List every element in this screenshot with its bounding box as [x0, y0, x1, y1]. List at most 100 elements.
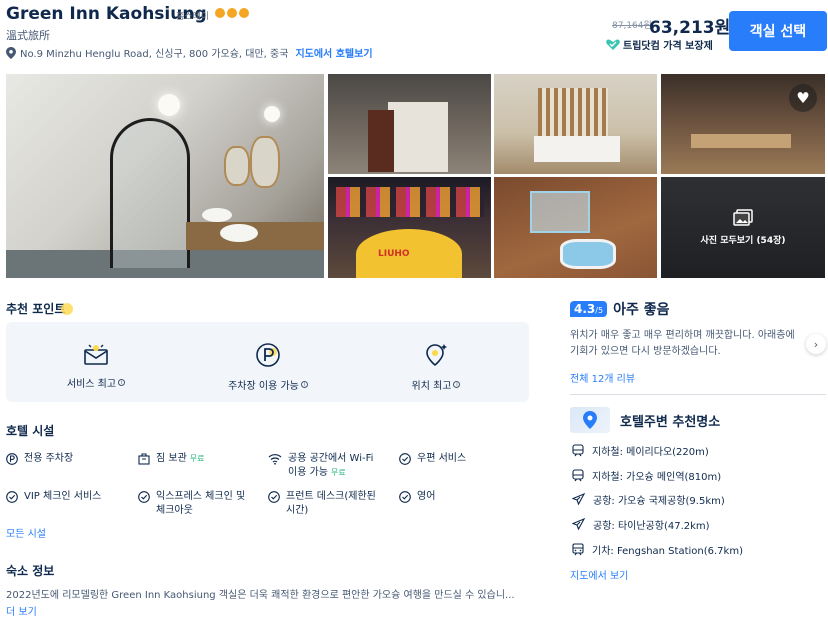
- address-row: No.9 Minzhu Henglu Road, 신싱구, 800 가오슝, 대…: [6, 45, 373, 60]
- highlight-location: 위치 최고 i: [356, 342, 516, 392]
- star-rating: [215, 8, 249, 18]
- favorite-heart-icon[interactable]: ♥: [789, 84, 817, 112]
- nearby-title: 호텔주변 추천명소: [570, 407, 720, 433]
- lodging-info-title: 숙소 정보: [6, 564, 55, 578]
- read-more-link[interactable]: 더 보기: [6, 603, 37, 618]
- facility-label: 익스프레스 체크인 및: [156, 491, 246, 502]
- score-badge: 4.3/5: [570, 301, 608, 317]
- train-icon: [572, 543, 584, 556]
- select-room-button[interactable]: 객실 선택: [729, 11, 827, 51]
- hotel-type: 홈스테이: [176, 12, 210, 22]
- score-max: /5: [595, 306, 604, 315]
- check-circle-icon: [138, 491, 150, 503]
- nearby-item: 공항: 타이난공항(47.2km): [572, 517, 710, 532]
- wifi-icon: [268, 454, 282, 465]
- photo-2[interactable]: [328, 74, 491, 174]
- review-snippet: 위치가 매우 좋고 매우 편리하며 깨끗합니다. 아래층에 기회가 있으면 다시…: [570, 330, 795, 357]
- lodging-description: 2022년도에 리모델링한 Green Inn Kaohsiung 객실은 더욱…: [6, 590, 515, 601]
- guarantee-text: 트립닷컴 가격 보장제: [623, 41, 713, 52]
- nearby-item: 지하철: 가오슝 메인역(810m): [572, 468, 721, 483]
- hotel-local-name: 溫式旅所: [6, 29, 50, 42]
- facility-item: 짐 보관 무료: [138, 452, 205, 466]
- info-icon[interactable]: i: [300, 381, 308, 388]
- check-circle-icon: [399, 453, 411, 465]
- highlight-service: 서비스 최고 i: [16, 342, 176, 390]
- airplane-icon: [572, 493, 585, 506]
- facility-label-line2: 체크아웃: [156, 505, 193, 516]
- facility-label: VIP 체크인 서비스: [24, 491, 102, 502]
- nearby-text: 공항: 가오슝 국제공항(9.5km): [593, 496, 725, 507]
- nearby-text: 기차: Fengshan Station(6.7km): [592, 546, 743, 557]
- highlights-title: 추천 포인트: [6, 300, 74, 317]
- info-icon[interactable]: i: [453, 381, 461, 388]
- star-icon: [227, 8, 237, 18]
- nearby-item: 지하철: 메이리다오(220m): [572, 443, 709, 458]
- subway-icon: [572, 444, 584, 457]
- photo-4[interactable]: ♥: [661, 74, 825, 174]
- facility-label: 우편 서비스: [417, 453, 467, 464]
- nearby-item: 공항: 가오슝 국제공항(9.5km): [572, 492, 725, 507]
- nearby-text: 공항: 타이난공항(47.2km): [593, 521, 710, 532]
- location-icon: [426, 344, 447, 367]
- facility-label: 공용 공간에서 Wi-Fi: [288, 453, 374, 464]
- facility-label-line2: 시간): [286, 505, 309, 516]
- nearby-title-text: 호텔주변 추천명소: [620, 414, 721, 430]
- all-reviews-link[interactable]: 전체 12개 리뷰: [570, 370, 635, 385]
- location-pin-icon: [6, 46, 16, 59]
- parking-icon: [6, 453, 18, 465]
- facility-label: 짐 보관: [156, 453, 187, 464]
- gallery-icon: [733, 209, 753, 226]
- price-guarantee[interactable]: 트립닷컴 가격 보장제: [606, 37, 713, 52]
- free-tag: 무료: [330, 468, 346, 477]
- all-facilities-link[interactable]: 모든 시설: [6, 525, 46, 540]
- nearby-item: 기차: Fengshan Station(6.7km): [572, 542, 743, 557]
- check-circle-icon: [399, 491, 411, 503]
- star-icon: [239, 8, 249, 18]
- map-pin-icon: [583, 411, 597, 429]
- facility-item: 공용 공간에서 Wi-Fi 이용 가능 무료: [268, 452, 373, 480]
- divider: [570, 394, 826, 395]
- facility-item: 프런트 데스크(제한된시간): [268, 490, 376, 518]
- map-link[interactable]: 지도에서 호텔보기: [295, 45, 372, 60]
- highlight-label: 위치 최고: [411, 381, 452, 392]
- highlight-label: 주차장 이용 가능: [228, 381, 299, 392]
- view-all-photos[interactable]: 사진 모두보기 (54장): [661, 177, 825, 278]
- rating-word: 아주 좋음: [613, 302, 670, 318]
- photo-5[interactable]: LIUHO: [328, 177, 491, 278]
- current-price: 63,213원: [649, 18, 731, 38]
- chevron-right-icon: ›: [813, 337, 819, 351]
- highlight-mark-icon: [61, 302, 74, 315]
- check-circle-icon: [6, 491, 18, 503]
- luggage-icon: [138, 453, 150, 465]
- map-thumbnail[interactable]: [570, 407, 610, 433]
- highlights-box: 서비스 최고 i 주차장 이용 가능 i 위치 최고 i: [6, 322, 529, 402]
- photo-6[interactable]: [494, 177, 657, 278]
- airplane-icon: [572, 518, 585, 531]
- view-map-link[interactable]: 지도에서 보기: [570, 567, 628, 582]
- photo-3[interactable]: [494, 74, 657, 174]
- facility-label: 전용 주차장: [24, 453, 74, 464]
- facilities-title: 호텔 시설: [6, 424, 55, 438]
- highlight-label: 서비스 최고: [66, 379, 117, 390]
- facility-item: 우편 서비스: [399, 452, 466, 466]
- facility-label: 프런트 데스크(제한된: [286, 491, 376, 502]
- subway-icon: [572, 469, 584, 482]
- service-icon: [84, 344, 108, 365]
- facility-item: 전용 주차장: [6, 452, 73, 466]
- highlight-parking: 주차장 이용 가능 i: [188, 342, 348, 392]
- info-icon[interactable]: i: [118, 379, 126, 386]
- facility-item: 영어: [399, 490, 435, 504]
- photo-7[interactable]: 사진 모두보기 (54장): [661, 177, 825, 278]
- facility-label: 영어: [417, 491, 436, 502]
- nearby-text: 지하철: 가오슝 메인역(810m): [592, 472, 722, 483]
- highlights-title-text: 추천 포인트: [6, 302, 66, 316]
- heart-check-icon: [606, 39, 620, 50]
- free-tag: 무료: [189, 454, 205, 463]
- check-circle-icon: [268, 491, 280, 503]
- score-value: 4.3: [574, 302, 596, 316]
- main-photo[interactable]: [6, 74, 324, 278]
- night-market-sign: LIUHO: [378, 249, 410, 259]
- facility-item: 익스프레스 체크인 및체크아웃: [138, 490, 245, 518]
- next-review-button[interactable]: ›: [806, 334, 826, 354]
- view-all-photos-label: 사진 모두보기 (54장): [700, 236, 786, 246]
